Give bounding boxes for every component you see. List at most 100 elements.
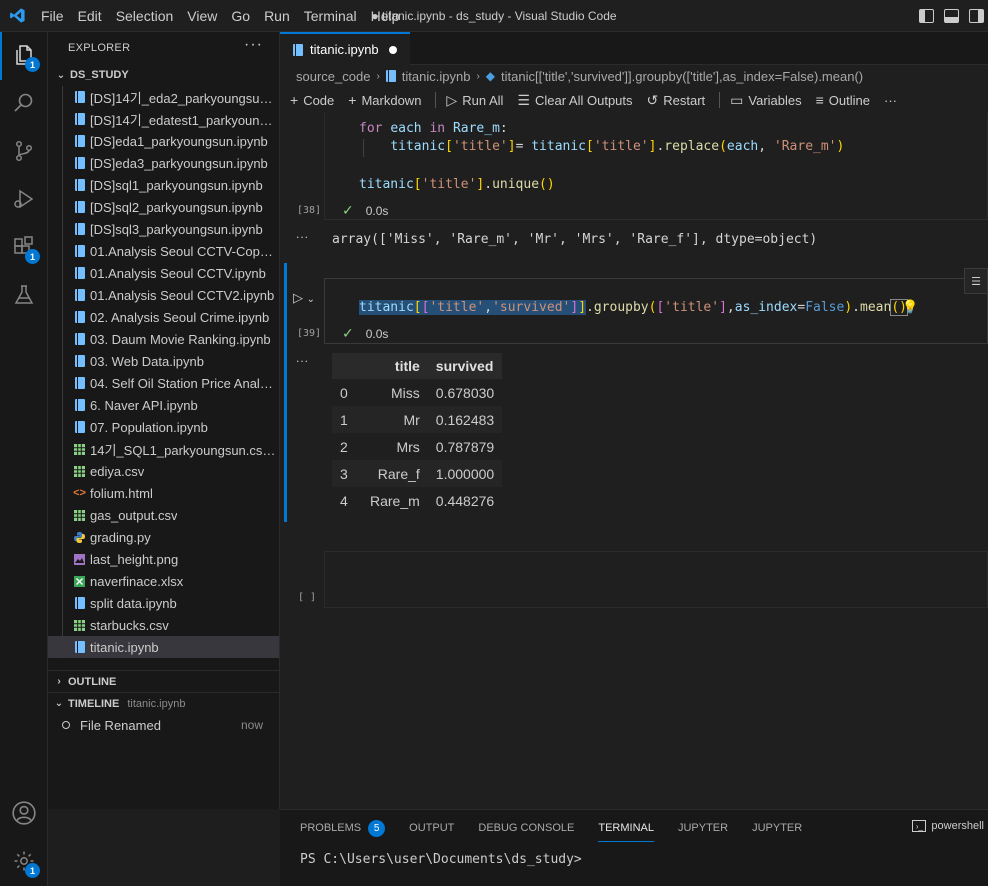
tab-output-label: OUTPUT [409, 822, 455, 834]
tree-indent-guide [62, 548, 63, 570]
file-name: folium.html [90, 485, 153, 501]
file-item[interactable]: 6. Naver API.ipynb [48, 394, 279, 416]
file-item[interactable]: naverfinace.xlsx [48, 570, 279, 592]
file-list: [DS]14기_eda2_parkyoungsun.i... [DS]14기_ed… [48, 86, 279, 658]
tree-indent-guide [62, 526, 63, 548]
file-item[interactable]: [DS]sql3_parkyoungsun.ipynb [48, 218, 279, 240]
manage-activity[interactable]: 1 [0, 838, 48, 886]
source-control-activity[interactable] [0, 128, 48, 176]
add-code-button[interactable]: + Code [290, 92, 334, 108]
extensions-activity[interactable]: 1 [0, 224, 48, 272]
file-item[interactable]: <> folium.html [48, 482, 279, 504]
search-activity[interactable] [0, 80, 48, 128]
menu-terminal[interactable]: Terminal [297, 0, 364, 32]
file-name: gas_output.csv [90, 507, 178, 523]
output-more-button[interactable]: ... [296, 227, 309, 241]
notebook-icon [74, 267, 85, 279]
variables-button[interactable]: ▭ Variables [730, 92, 801, 109]
restart-button[interactable]: ↺ Restart [647, 92, 706, 109]
file-item[interactable]: 04. Self Oil Station Price Analys... [48, 372, 279, 394]
cell-duration: 0.0s [365, 326, 389, 341]
terminal-shell-selector[interactable]: ›_ powershell [912, 820, 984, 832]
play-icon: ▷ [293, 290, 303, 305]
file-item[interactable]: 01.Analysis Seoul CCTV-Copy1.... [48, 240, 279, 262]
breadcrumb-folder[interactable]: source_code [296, 69, 370, 84]
cell-toolbar-icon[interactable]: ☰ [964, 268, 988, 294]
outline-button[interactable]: ≡ Outline [816, 92, 870, 108]
toggle-secondary-sidebar-icon[interactable] [969, 9, 984, 23]
breadcrumb-cell[interactable]: titanic[['title','survived']].groupby(['… [501, 69, 863, 84]
tree-indent-guide [62, 438, 63, 460]
file-item[interactable]: 03. Daum Movie Ranking.ipynb [48, 328, 279, 350]
tab-jupyter[interactable]: JUPYTER [678, 810, 728, 846]
file-item[interactable]: 07. Population.ipynb [48, 416, 279, 438]
file-item[interactable]: grading.py [48, 526, 279, 548]
outline-section[interactable]: › OUTLINE [48, 670, 279, 692]
output-more-button[interactable]: ... [296, 351, 309, 365]
search-icon [12, 91, 36, 118]
explorer-activity[interactable]: 1 [0, 32, 48, 80]
python-icon [74, 531, 85, 543]
toolbar-more-button[interactable]: ··· [884, 93, 897, 108]
menu-view[interactable]: View [180, 0, 224, 32]
file-item[interactable]: [DS]14기_eda2_parkyoungsun.i... [48, 86, 279, 108]
menu-edit[interactable]: Edit [71, 0, 109, 32]
toggle-panel-icon[interactable] [944, 9, 959, 23]
run-debug-activity[interactable] [0, 176, 48, 224]
excel-icon [74, 575, 85, 587]
run-all-button[interactable]: ▷ Run All [446, 92, 503, 109]
file-item[interactable]: 01.Analysis Seoul CCTV.ipynb [48, 262, 279, 284]
file-item[interactable]: [DS]eda1_parkyoungsun.ipynb [48, 130, 279, 152]
file-item[interactable]: starbucks.csv [48, 614, 279, 636]
terminal-prompt[interactable]: PS C:\Users\user\Documents\ds_study> [300, 852, 582, 867]
restart-label: Restart [663, 92, 706, 108]
add-markdown-button[interactable]: + Markdown [348, 92, 421, 108]
file-item[interactable]: ediya.csv [48, 460, 279, 482]
file-item[interactable]: split data.ipynb [48, 592, 279, 614]
file-item[interactable]: 03. Web Data.ipynb [48, 350, 279, 372]
notebook-icon [74, 333, 85, 345]
code-line: titanic[['title','survived']].groupby(['… [359, 299, 908, 316]
table-row: 2 Mrs 0.787879 [332, 433, 502, 460]
tab-jupyter-2[interactable]: JUPYTER [752, 810, 802, 846]
tab-titanic[interactable]: titanic.ipynb [280, 32, 410, 65]
file-item[interactable]: 01.Analysis Seoul CCTV2.ipynb [48, 284, 279, 306]
file-item[interactable]: gas_output.csv [48, 504, 279, 526]
accounts-activity[interactable] [0, 790, 48, 838]
notebook-icon [74, 223, 85, 235]
variables-icon: ▭ [730, 91, 744, 108]
tree-indent-guide [62, 570, 63, 592]
clear-outputs-button[interactable]: ☰ Clear All Outputs [517, 92, 632, 109]
file-item[interactable]: [DS]eda3_parkyoungsun.ipynb [48, 152, 279, 174]
tab-debug-console[interactable]: DEBUG CONSOLE [478, 810, 574, 846]
file-item[interactable]: 14기_SQL1_parkyoungsun.csv.c... [48, 438, 279, 460]
menu-go[interactable]: Go [224, 0, 257, 32]
testing-activity[interactable] [0, 272, 48, 320]
menu-run[interactable]: Run [257, 0, 297, 32]
lightbulb-icon[interactable]: 💡 [902, 299, 918, 315]
folder-ds-study[interactable]: ⌄ DS_STUDY [48, 64, 279, 86]
file-item[interactable]: last_height.png [48, 548, 279, 570]
tab-output[interactable]: OUTPUT [409, 810, 454, 846]
file-item[interactable]: [DS]14기_edatest1_parkyoungs... [48, 108, 279, 130]
unsaved-dot-icon[interactable] [389, 45, 397, 54]
file-item[interactable]: 02. Analysis Seoul Crime.ipynb [48, 306, 279, 328]
breadcrumb-file[interactable]: titanic.ipynb [402, 69, 471, 84]
file-item[interactable]: [DS]sql2_parkyoungsun.ipynb [48, 196, 279, 218]
timeline-entry[interactable]: File Renamed now [48, 714, 279, 736]
timeline-section[interactable]: ⌄ TIMELINE titanic.ipynb [48, 692, 279, 714]
table-row: 0 Miss 0.678030 [332, 379, 502, 406]
explorer-more-button[interactable]: ··· [244, 36, 263, 54]
file-item[interactable]: titanic.ipynb [48, 636, 279, 658]
menu-help[interactable]: Help [364, 0, 407, 32]
timeline-entry-label: File Renamed [80, 717, 161, 733]
run-cell-button[interactable]: ▷ ⌄ [293, 290, 315, 306]
empty-code-cell[interactable] [324, 551, 988, 608]
tab-terminal[interactable]: TERMINAL [598, 810, 654, 846]
toggle-sidebar-icon[interactable] [919, 9, 934, 23]
menu-file[interactable]: File [34, 0, 71, 32]
menu-selection[interactable]: Selection [109, 0, 181, 32]
tree-indent-guide [62, 284, 63, 306]
tab-problems[interactable]: PROBLEMS 5 [300, 810, 386, 846]
file-item[interactable]: [DS]sql1_parkyoungsun.ipynb [48, 174, 279, 196]
